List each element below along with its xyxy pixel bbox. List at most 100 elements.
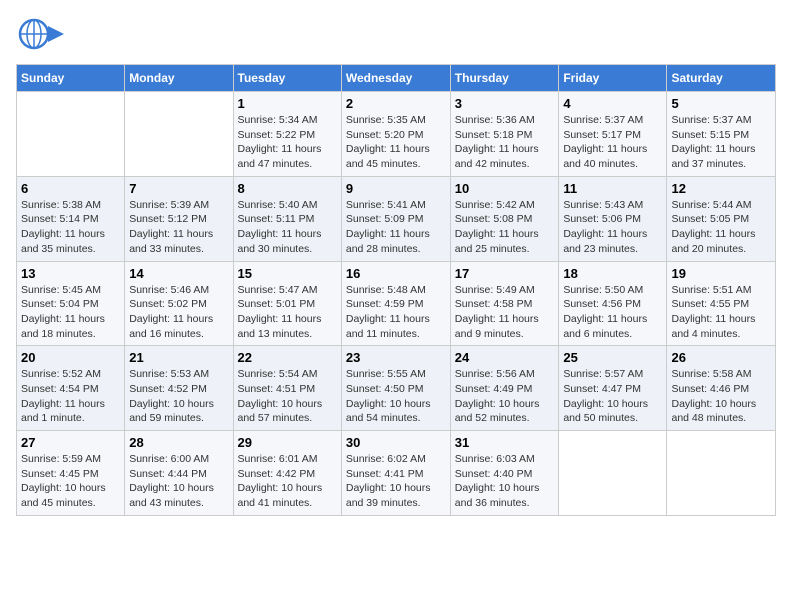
cal-cell: 25 Sunrise: 5:57 AM Sunset: 4:47 PM Dayli… [559,346,667,431]
col-header-tuesday: Tuesday [233,65,341,92]
day-info: Sunrise: 6:00 AM Sunset: 4:44 PM Dayligh… [129,452,228,511]
day-info: Sunrise: 5:34 AM Sunset: 5:22 PM Dayligh… [238,113,337,172]
cal-cell [559,431,667,516]
cal-cell: 16Sunrise: 5:48 AM Sunset: 4:59 PM Dayli… [341,261,450,346]
day-info: Sunrise: 5:57 AM Sunset: 4:47 PM Dayligh… [563,367,662,426]
cal-cell: 7 Sunrise: 5:39 AM Sunset: 5:12 PM Daylig… [125,176,233,261]
cal-cell: 20 Sunrise: 5:52 AM Sunset: 4:54 PM Dayli… [17,346,125,431]
cal-cell: 6Sunrise: 5:38 AM Sunset: 5:14 PM Daylig… [17,176,125,261]
col-header-thursday: Thursday [450,65,559,92]
cal-cell: 27 Sunrise: 5:59 AM Sunset: 4:45 PM Dayli… [17,431,125,516]
day-info: Sunrise: 5:53 AM Sunset: 4:52 PM Dayligh… [129,367,228,426]
day-number: 11 [563,181,662,196]
cal-cell: 23 Sunrise: 5:55 AM Sunset: 4:50 PM Dayli… [341,346,450,431]
cal-cell: 30 Sunrise: 6:02 AM Sunset: 4:41 PM Dayli… [341,431,450,516]
cal-cell: 21 Sunrise: 5:53 AM Sunset: 4:52 PM Dayli… [125,346,233,431]
col-header-friday: Friday [559,65,667,92]
cal-cell: 2Sunrise: 5:35 AM Sunset: 5:20 PM Daylig… [341,92,450,177]
cal-cell: 9 Sunrise: 5:41 AM Sunset: 5:09 PM Daylig… [341,176,450,261]
col-header-wednesday: Wednesday [341,65,450,92]
day-number: 19 [671,266,771,281]
day-number: 30 [346,435,446,450]
cal-cell: 11 Sunrise: 5:43 AM Sunset: 5:06 PM Dayli… [559,176,667,261]
day-number: 3 [455,96,555,111]
day-number: 29 [238,435,337,450]
day-info: Sunrise: 5:41 AM Sunset: 5:09 PM Dayligh… [346,198,446,257]
day-info: Sunrise: 5:43 AM Sunset: 5:06 PM Dayligh… [563,198,662,257]
day-number: 17 [455,266,555,281]
cal-cell: 14 Sunrise: 5:46 AM Sunset: 5:02 PM Dayli… [125,261,233,346]
day-info: Sunrise: 5:58 AM Sunset: 4:46 PM Dayligh… [671,367,771,426]
day-number: 6 [21,181,120,196]
cal-cell: 26 Sunrise: 5:58 AM Sunset: 4:46 PM Dayli… [667,346,776,431]
day-info: Sunrise: 5:50 AM Sunset: 4:56 PM Dayligh… [563,283,662,342]
day-number: 31 [455,435,555,450]
day-number: 25 [563,350,662,365]
day-info: Sunrise: 5:42 AM Sunset: 5:08 PM Dayligh… [455,198,555,257]
day-info: Sunrise: 5:44 AM Sunset: 5:05 PM Dayligh… [671,198,771,257]
day-info: Sunrise: 5:37 AM Sunset: 5:15 PM Dayligh… [671,113,771,172]
cal-cell: 18 Sunrise: 5:50 AM Sunset: 4:56 PM Dayli… [559,261,667,346]
cal-cell [17,92,125,177]
day-info: Sunrise: 5:47 AM Sunset: 5:01 PM Dayligh… [238,283,337,342]
cal-cell: 10 Sunrise: 5:42 AM Sunset: 5:08 PM Dayli… [450,176,559,261]
col-header-saturday: Saturday [667,65,776,92]
calendar-table: SundayMondayTuesdayWednesdayThursdayFrid… [16,64,776,516]
cal-cell: 1 Sunrise: 5:34 AM Sunset: 5:22 PM Daylig… [233,92,341,177]
day-info: Sunrise: 6:03 AM Sunset: 4:40 PM Dayligh… [455,452,555,511]
cal-cell: 12 Sunrise: 5:44 AM Sunset: 5:05 PM Dayli… [667,176,776,261]
day-number: 4 [563,96,662,111]
day-info: Sunrise: 6:02 AM Sunset: 4:41 PM Dayligh… [346,452,446,511]
cal-cell: 8 Sunrise: 5:40 AM Sunset: 5:11 PM Daylig… [233,176,341,261]
cal-cell: 24 Sunrise: 5:56 AM Sunset: 4:49 PM Dayli… [450,346,559,431]
cal-cell [125,92,233,177]
cal-cell: 17Sunrise: 5:49 AM Sunset: 4:58 PM Dayli… [450,261,559,346]
col-header-sunday: Sunday [17,65,125,92]
day-number: 8 [238,181,337,196]
day-number: 18 [563,266,662,281]
day-number: 12 [671,181,771,196]
cal-cell: 29 Sunrise: 6:01 AM Sunset: 4:42 PM Dayli… [233,431,341,516]
day-number: 28 [129,435,228,450]
day-info: Sunrise: 5:40 AM Sunset: 5:11 PM Dayligh… [238,198,337,257]
day-number: 24 [455,350,555,365]
day-info: Sunrise: 5:56 AM Sunset: 4:49 PM Dayligh… [455,367,555,426]
day-number: 13 [21,266,120,281]
cal-cell [667,431,776,516]
day-number: 7 [129,181,228,196]
cal-cell: 22Sunrise: 5:54 AM Sunset: 4:51 PM Dayli… [233,346,341,431]
cal-cell: 19 Sunrise: 5:51 AM Sunset: 4:55 PM Dayli… [667,261,776,346]
day-number: 27 [21,435,120,450]
day-number: 14 [129,266,228,281]
day-number: 5 [671,96,771,111]
day-info: Sunrise: 5:37 AM Sunset: 5:17 PM Dayligh… [563,113,662,172]
col-header-monday: Monday [125,65,233,92]
cal-cell: 28 Sunrise: 6:00 AM Sunset: 4:44 PM Dayli… [125,431,233,516]
day-number: 23 [346,350,446,365]
day-info: Sunrise: 5:59 AM Sunset: 4:45 PM Dayligh… [21,452,120,511]
day-info: Sunrise: 5:46 AM Sunset: 5:02 PM Dayligh… [129,283,228,342]
day-info: Sunrise: 5:55 AM Sunset: 4:50 PM Dayligh… [346,367,446,426]
day-number: 16 [346,266,446,281]
day-info: Sunrise: 6:01 AM Sunset: 4:42 PM Dayligh… [238,452,337,511]
day-number: 26 [671,350,771,365]
day-info: Sunrise: 5:52 AM Sunset: 4:54 PM Dayligh… [21,367,120,426]
day-number: 10 [455,181,555,196]
day-number: 21 [129,350,228,365]
day-number: 15 [238,266,337,281]
day-number: 1 [238,96,337,111]
cal-cell: 5 Sunrise: 5:37 AM Sunset: 5:15 PM Daylig… [667,92,776,177]
logo [16,16,66,52]
cal-cell: 31 Sunrise: 6:03 AM Sunset: 4:40 PM Dayli… [450,431,559,516]
day-info: Sunrise: 5:45 AM Sunset: 5:04 PM Dayligh… [21,283,120,342]
day-info: Sunrise: 5:51 AM Sunset: 4:55 PM Dayligh… [671,283,771,342]
day-number: 20 [21,350,120,365]
day-info: Sunrise: 5:36 AM Sunset: 5:18 PM Dayligh… [455,113,555,172]
day-info: Sunrise: 5:39 AM Sunset: 5:12 PM Dayligh… [129,198,228,257]
day-info: Sunrise: 5:54 AM Sunset: 4:51 PM Dayligh… [238,367,337,426]
day-number: 2 [346,96,446,111]
page-header [16,16,776,52]
cal-cell: 15 Sunrise: 5:47 AM Sunset: 5:01 PM Dayli… [233,261,341,346]
day-number: 9 [346,181,446,196]
cal-cell: 3 Sunrise: 5:36 AM Sunset: 5:18 PM Daylig… [450,92,559,177]
